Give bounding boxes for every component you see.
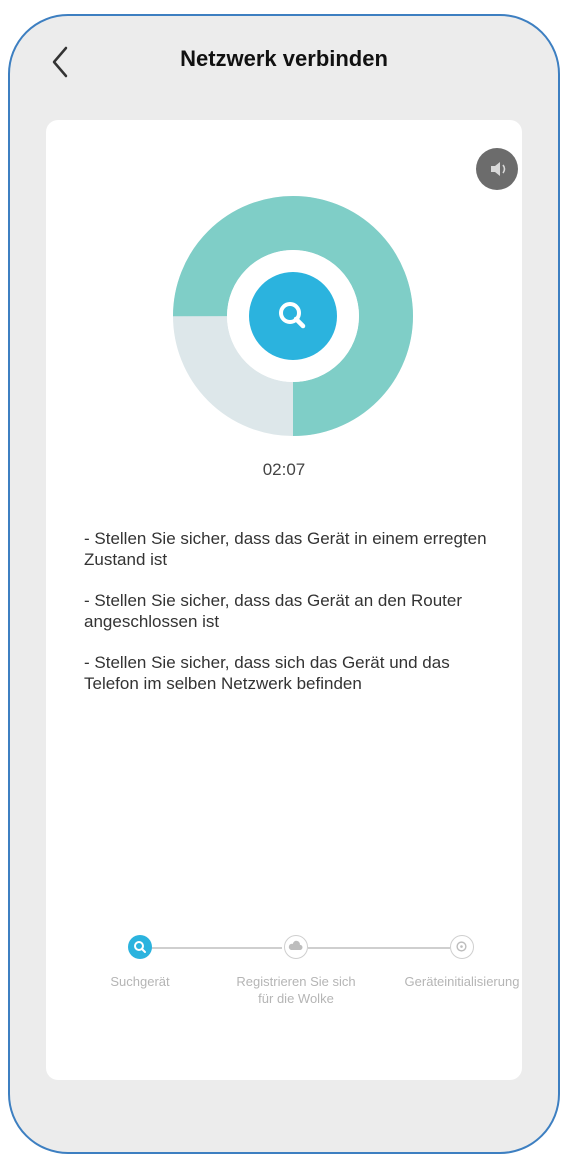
step-label-cloud: Registrieren Sie sich für die Wolke bbox=[236, 974, 356, 1006]
tip-item: - Stellen Sie sicher, dass das Gerät in … bbox=[84, 529, 487, 569]
tips-list: - Stellen Sie sicher, dass das Gerät in … bbox=[84, 528, 504, 714]
step-dot-init bbox=[450, 935, 474, 959]
progress-ring bbox=[173, 196, 413, 436]
search-icon bbox=[134, 941, 146, 953]
cloud-icon bbox=[288, 940, 303, 950]
phone-frame: Netzwerk verbinden 02:07 - Stellen Sie s… bbox=[8, 14, 560, 1154]
page-title: Netzwerk verbinden bbox=[180, 46, 388, 71]
search-button[interactable] bbox=[249, 272, 337, 360]
countdown-timer: 02:07 bbox=[262, 460, 306, 479]
step-dot-cloud bbox=[284, 935, 308, 959]
step-label-init: Geräteinitialisierung bbox=[404, 974, 520, 989]
connection-card: 02:07 - Stellen Sie sicher, dass das Ger… bbox=[46, 120, 522, 1080]
tip-item: - Stellen Sie sicher, dass das Gerät an … bbox=[84, 591, 462, 631]
step-label-search: Suchgerät bbox=[110, 974, 170, 989]
step-indicator: Suchgerät Registrieren Sie sich für die … bbox=[46, 935, 522, 1025]
speaker-icon bbox=[491, 162, 506, 176]
tip-item: - Stellen Sie sicher, dass sich das Gerä… bbox=[84, 653, 450, 693]
header: Netzwerk verbinden bbox=[10, 16, 558, 111]
step-connector bbox=[140, 947, 282, 949]
sound-toggle-button[interactable] bbox=[476, 148, 518, 190]
step-dot-search bbox=[128, 935, 152, 959]
init-icon bbox=[456, 941, 467, 952]
step-connector bbox=[308, 947, 450, 949]
